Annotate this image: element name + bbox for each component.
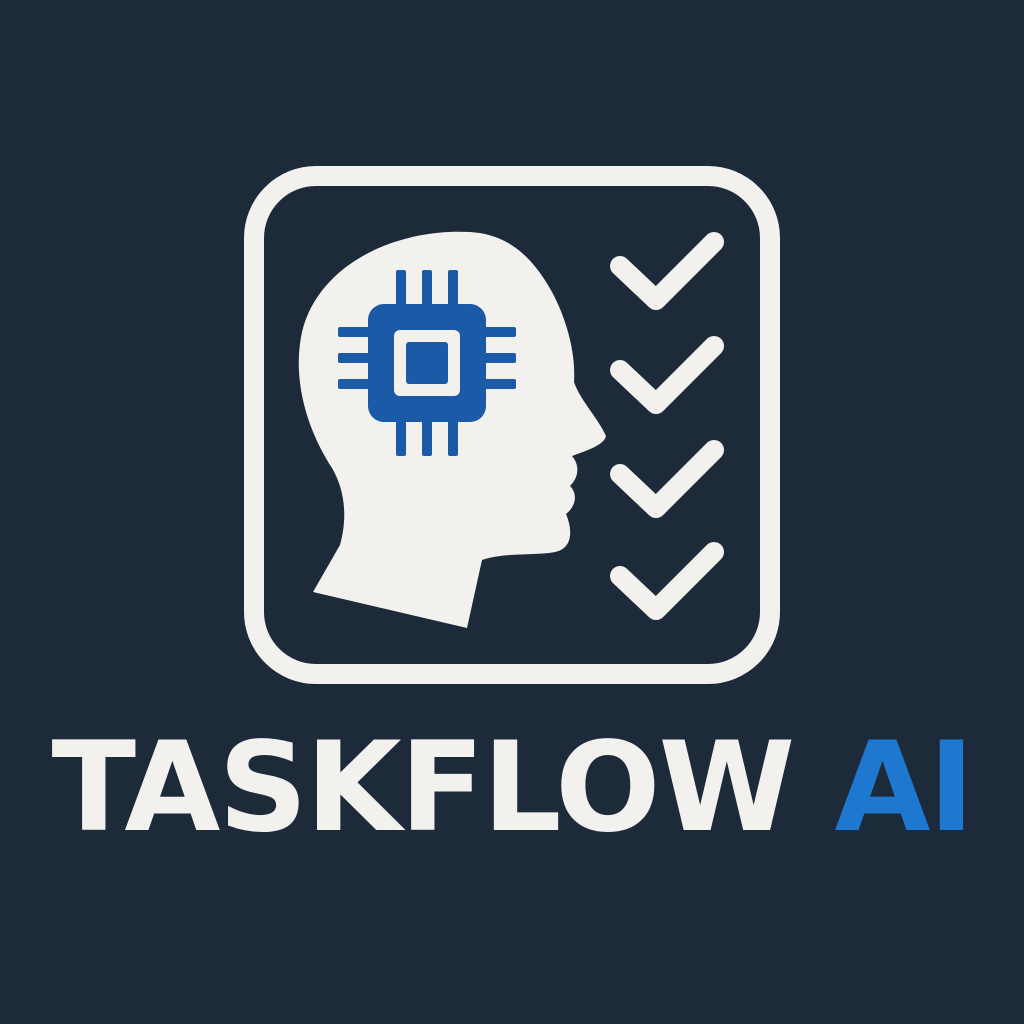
logo-canvas: TASKFLOW AI: [0, 0, 1024, 1024]
brand-name-accent: AI: [834, 716, 974, 860]
logo-mark: [244, 166, 780, 684]
brand-name-primary: TASKFLOW: [51, 716, 795, 860]
checkmark-icon: [610, 542, 724, 620]
checkmark-icon: [610, 440, 724, 518]
checkmark-icon: [610, 232, 724, 310]
checkmark-icon: [610, 336, 724, 414]
brand-wordmark: TASKFLOW AI: [0, 718, 1024, 858]
